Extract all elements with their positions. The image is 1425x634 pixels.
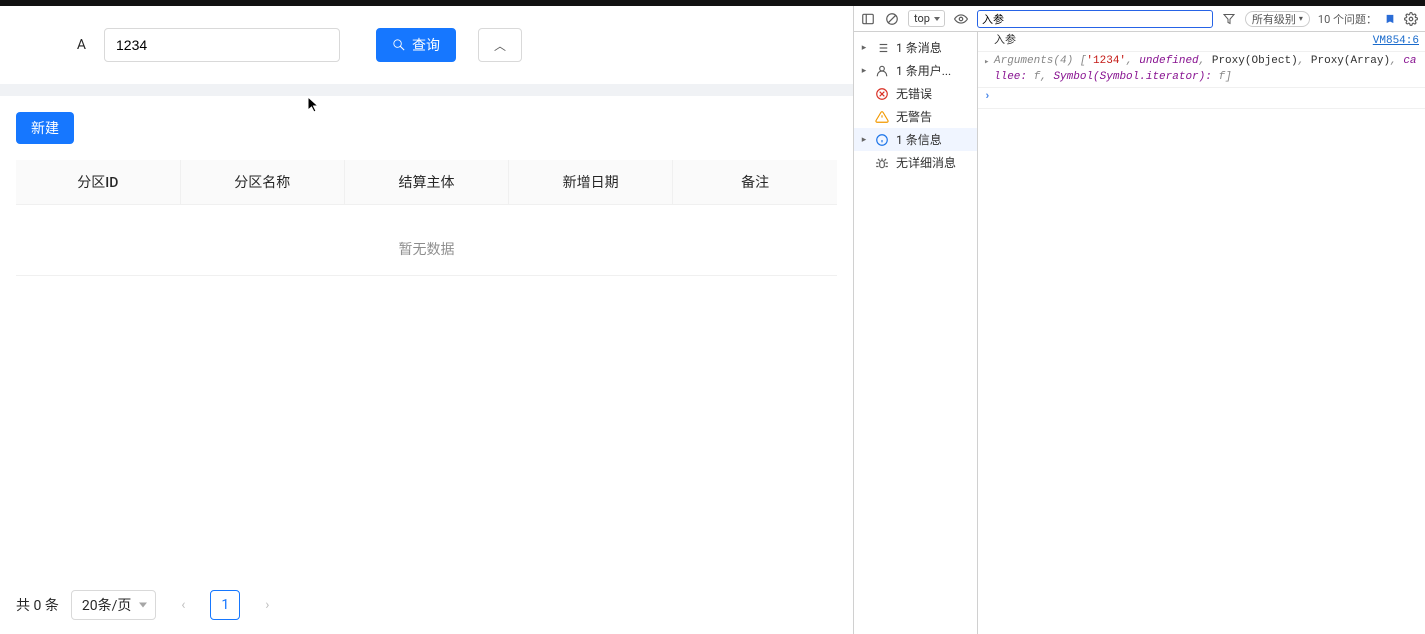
pagination: 共 0 条 20条/页 ‹ 1 › (0, 576, 853, 634)
expand-arrow-icon: ▸ (860, 43, 868, 53)
eye-icon[interactable] (953, 11, 969, 27)
log-entry-args[interactable]: ▸ Arguments(4) ['1234', undefined, Proxy… (978, 52, 1425, 88)
prompt-caret-icon: › (984, 90, 991, 105)
search-form: A 查询 ︿ (0, 6, 853, 84)
devtools-body: ▸ 1 条消息 ▸ 1 条用户... (854, 32, 1425, 634)
app-panel: A 查询 ︿ 新建 分区ID 分区名 (0, 6, 853, 634)
sidebar-item-label: 1 条信息 (896, 131, 942, 148)
search-input[interactable] (104, 28, 340, 62)
sidebar-item-label: 无警告 (896, 108, 932, 125)
log-entry-header[interactable]: 入参 VM854:6 (978, 32, 1425, 52)
sidebar-item-label: 1 条用户... (896, 62, 951, 79)
log-level-label: 所有级别 (1252, 11, 1296, 27)
sidebar-item-label: 无详细消息 (896, 154, 956, 171)
sidebar-item-user-messages[interactable]: ▸ 1 条用户... (854, 59, 977, 82)
toolbar: 新建 (0, 96, 853, 160)
list-icon (874, 40, 890, 56)
chevron-right-icon: › (265, 597, 269, 613)
devtools-panel: top 所有级别 ▾ 10 个问题： (853, 6, 1425, 634)
col-partition-id[interactable]: 分区ID (16, 160, 180, 205)
sidebar-item-warnings[interactable]: 无警告 (854, 105, 977, 128)
sidebar-item-messages[interactable]: ▸ 1 条消息 (854, 36, 977, 59)
collapse-button[interactable]: ︿ (478, 28, 522, 62)
expand-arrow-icon: ▸ (860, 135, 868, 145)
search-icon (392, 38, 406, 52)
sidebar-item-label: 无错误 (896, 85, 932, 102)
log-title: 入参 (994, 34, 1363, 49)
console-prompt[interactable]: › (978, 88, 1425, 108)
console-sidebar: ▸ 1 条消息 ▸ 1 条用户... (854, 32, 978, 634)
table-spacer (16, 276, 837, 576)
log-level-select[interactable]: 所有级别 ▾ (1245, 11, 1310, 27)
sidebar-item-verbose[interactable]: 无详细消息 (854, 151, 977, 174)
query-button-label: 查询 (412, 35, 440, 55)
sidebar-item-errors[interactable]: 无错误 (854, 82, 977, 105)
page-1-button[interactable]: 1 (210, 590, 240, 620)
new-button[interactable]: 新建 (16, 112, 74, 144)
info-icon (874, 132, 890, 148)
col-created-date[interactable]: 新增日期 (509, 160, 673, 205)
filter-icon[interactable] (1221, 11, 1237, 27)
sidebar-item-label: 1 条消息 (896, 39, 942, 56)
expand-arrow-icon (984, 34, 994, 36)
console-filter-input[interactable] (977, 10, 1213, 28)
sidebar-toggle-icon[interactable] (860, 11, 876, 27)
col-remark[interactable]: 备注 (673, 160, 837, 205)
page-size-label: 20条/页 (82, 595, 132, 615)
sidebar-item-info[interactable]: ▸ 1 条信息 (854, 128, 977, 151)
expand-arrow-icon: ▸ (984, 54, 994, 69)
total-count: 共 0 条 (16, 595, 59, 615)
chevron-up-icon: ︿ (494, 37, 506, 54)
col-settlement[interactable]: 结算主体 (344, 160, 508, 205)
log-arguments: Arguments(4) ['1234', undefined, Proxy(O… (994, 54, 1419, 85)
devtools-toolbar: top 所有级别 ▾ 10 个问题： (854, 6, 1425, 32)
chevron-left-icon: ‹ (181, 597, 185, 613)
console-output: 入参 VM854:6 ▸ Arguments(4) ['1234', undef… (978, 32, 1425, 634)
content-area: 新建 分区ID 分区名称 结算主体 新增日期 备注 暂无数据 (0, 96, 853, 634)
empty-state: 暂无数据 (16, 205, 837, 276)
data-table: 分区ID 分区名称 结算主体 新增日期 备注 (16, 160, 837, 205)
error-icon (874, 86, 890, 102)
issues-summary: 10 个问题： (1318, 11, 1377, 27)
context-select[interactable]: top (908, 10, 945, 27)
main-layout: A 查询 ︿ 新建 分区ID 分区名 (0, 6, 1425, 634)
query-button[interactable]: 查询 (376, 28, 456, 62)
table-header-row: 分区ID 分区名称 结算主体 新增日期 备注 (16, 160, 837, 205)
expand-arrow-icon: ▸ (860, 66, 868, 76)
col-partition-name[interactable]: 分区名称 (180, 160, 344, 205)
next-page-button[interactable]: › (252, 590, 282, 620)
issues-indicator[interactable] (1385, 14, 1395, 24)
prev-page-button[interactable]: ‹ (168, 590, 198, 620)
user-icon (874, 63, 890, 79)
settings-icon[interactable] (1403, 11, 1419, 27)
source-link[interactable]: VM854:6 (1363, 34, 1419, 49)
warning-icon (874, 109, 890, 125)
clear-console-icon[interactable] (884, 11, 900, 27)
search-label: A (16, 37, 86, 53)
context-select-label: top (914, 12, 930, 25)
table-area: 分区ID 分区名称 结算主体 新增日期 备注 暂无数据 (0, 160, 853, 576)
chevron-down-icon: ▾ (1299, 14, 1303, 23)
page-size-select[interactable]: 20条/页 (71, 590, 157, 620)
bug-icon (874, 155, 890, 171)
